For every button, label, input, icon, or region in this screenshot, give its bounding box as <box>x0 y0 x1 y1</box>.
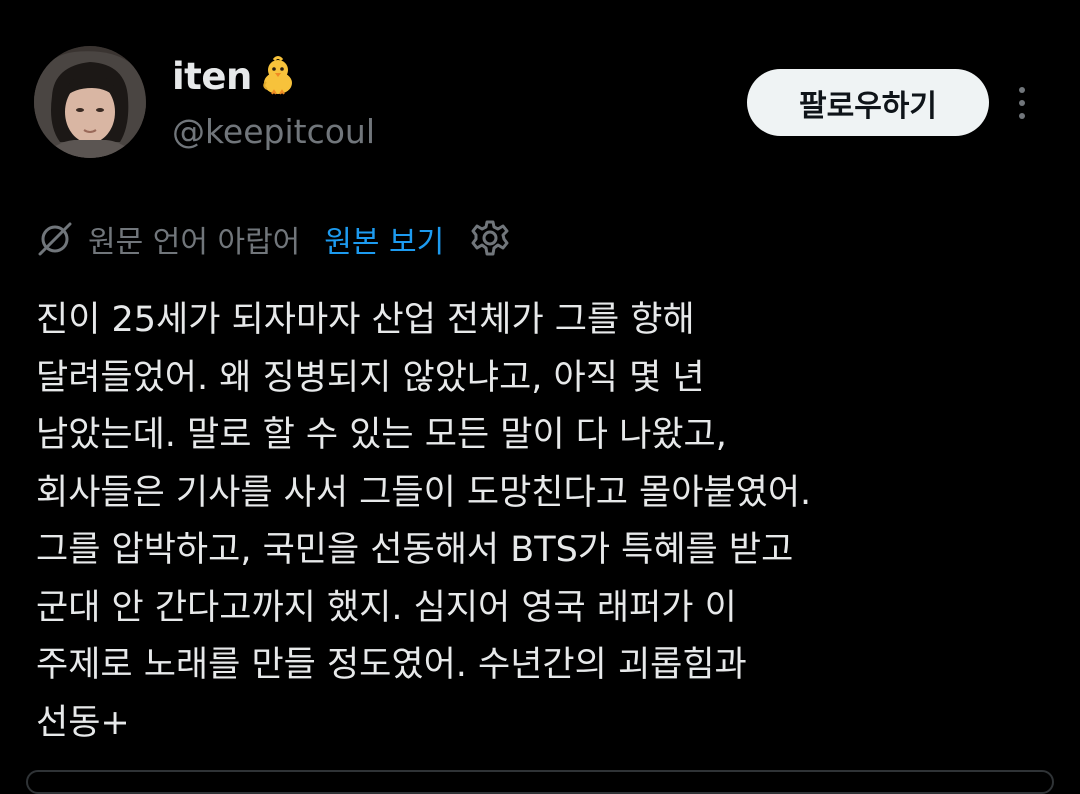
baby-chick-icon <box>258 56 298 96</box>
dot <box>1019 87 1025 93</box>
gear-icon[interactable] <box>470 219 510 259</box>
user-handle[interactable]: @keepitcoul <box>172 112 375 151</box>
tweet-text-line: 달려들었어. 왜 징병되지 않았냐고, 아직 몇 년 <box>36 357 705 398</box>
tweet-text-line: 선동+ <box>36 702 130 743</box>
tweet-text-line: 주제로 노래를 만들 정도였어. 수년간의 괴롭힘과 <box>36 645 747 685</box>
user-display-name[interactable]: iten <box>172 50 298 102</box>
tweet-text-line: 그를 압박하고, 국민을 선동해서 BTS가 특혜를 받고 <box>36 530 794 570</box>
tweet-text: 진이 25세가 되자마자 산업 전체가 그를 향해 달려들었어. 왜 징병되지 … <box>36 292 1046 752</box>
tweet-text-line: 남았는데. 말로 할 수 있는 모든 말이 다 나왔고, <box>36 415 727 455</box>
card-edge <box>26 770 1054 794</box>
tweet-text-line: 군대 안 간다고까지 했지. 심지어 영국 래퍼가 이 <box>36 587 737 628</box>
more-options-icon[interactable] <box>1006 80 1038 126</box>
translate-icon <box>36 220 74 258</box>
tweet-text-line: 진이 25세가 되자마자 산업 전체가 그를 향해 <box>36 300 695 340</box>
display-name-text: iten <box>172 54 252 98</box>
follow-button[interactable]: 팔로우하기 <box>747 69 989 136</box>
dot <box>1019 100 1025 106</box>
avatar-image <box>34 46 146 158</box>
tweet-text-line: 회사들은 기사를 사서 그들이 도망친다고 몰아붙였어. <box>36 472 812 513</box>
translation-bar: 원문 언어 아랍어 원본 보기 <box>36 214 510 264</box>
avatar[interactable] <box>34 46 146 158</box>
translation-label: 원문 언어 아랍어 <box>88 225 301 260</box>
show-original-link[interactable]: 원본 보기 <box>324 217 444 261</box>
dot <box>1019 113 1025 119</box>
